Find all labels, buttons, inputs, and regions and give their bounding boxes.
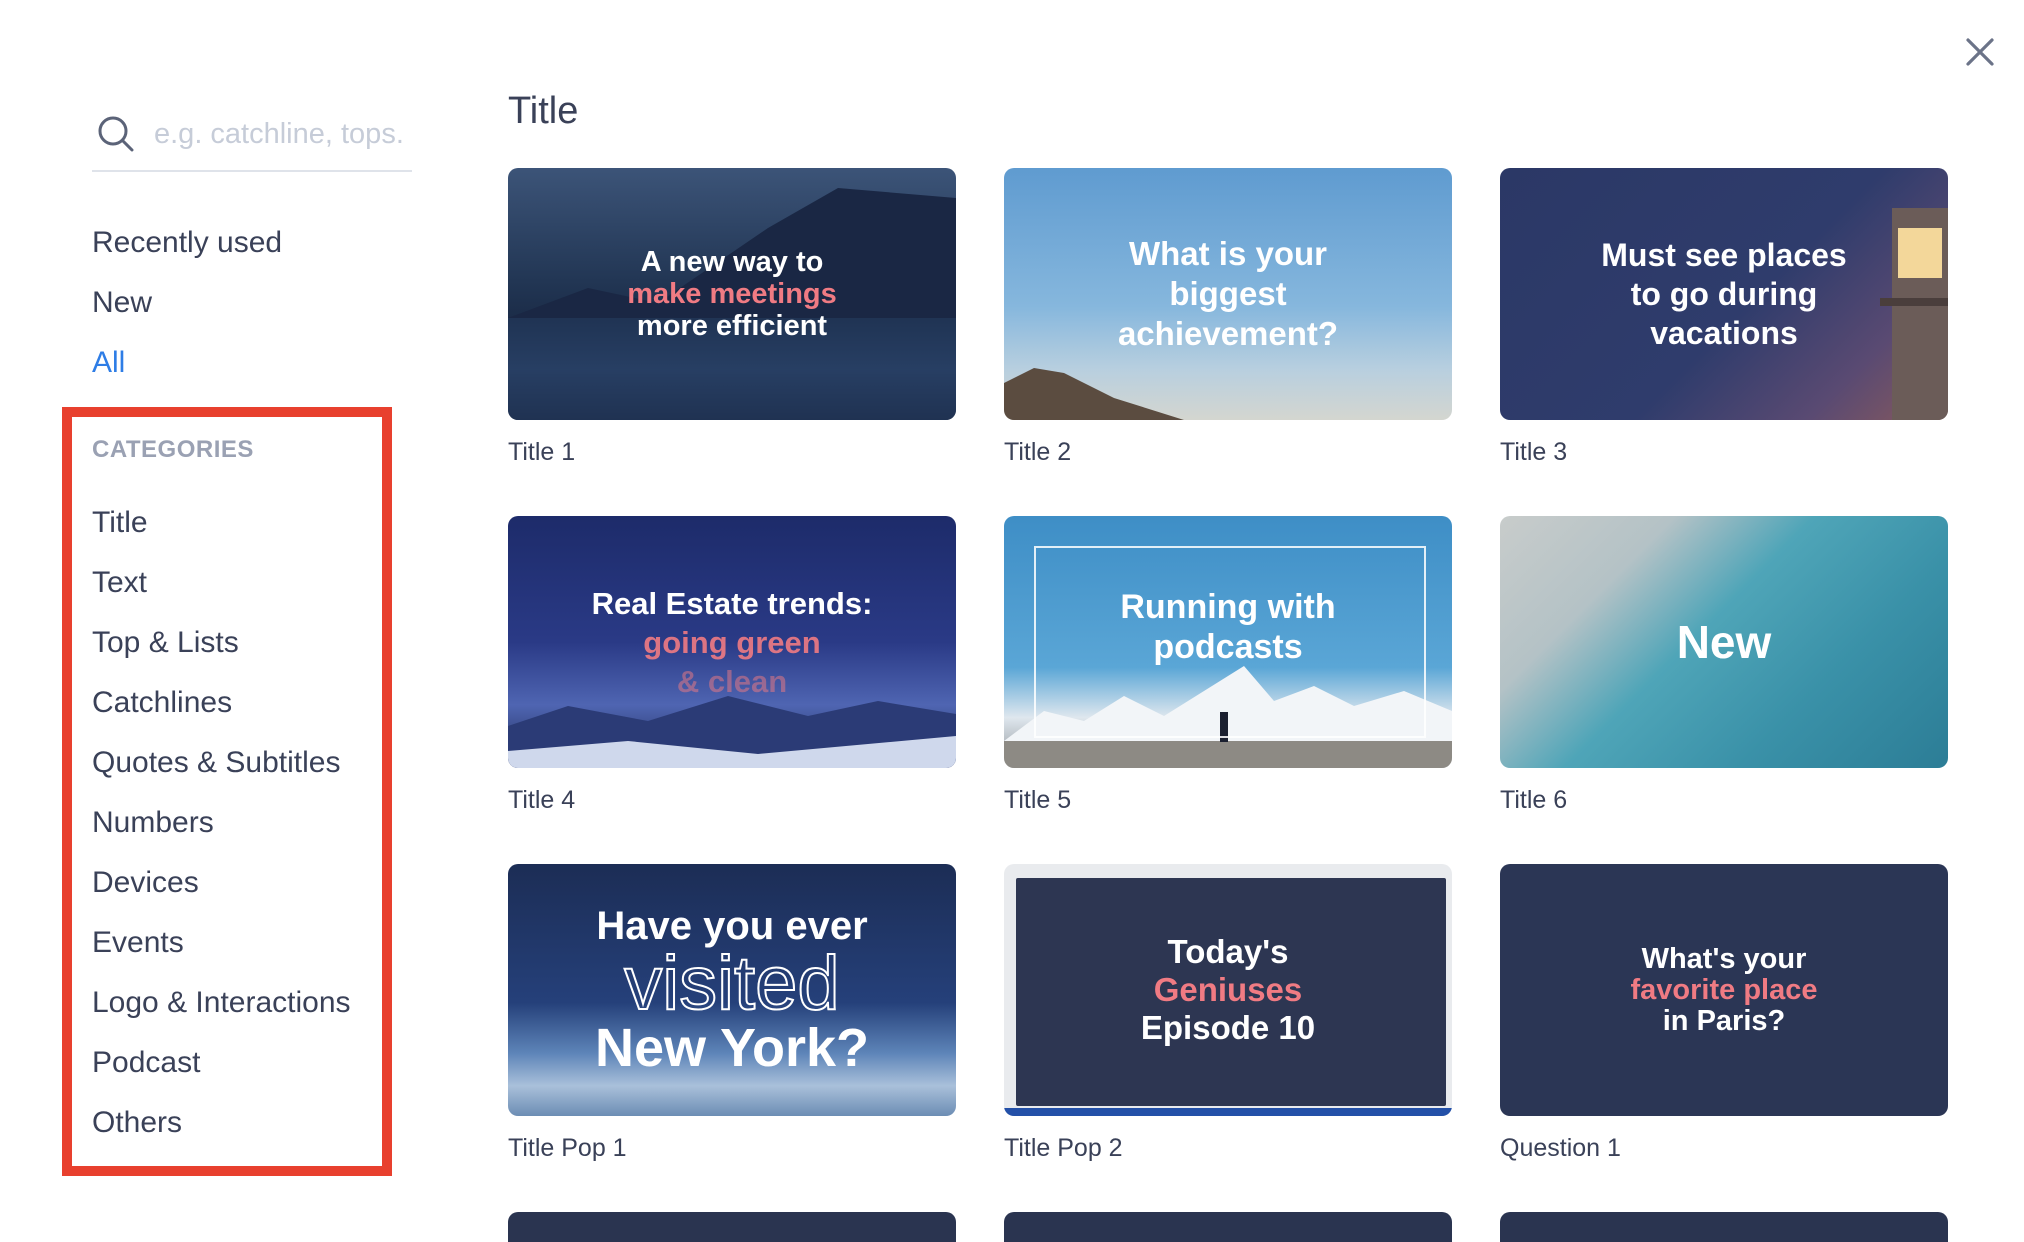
template-label: Question 1 bbox=[1500, 1134, 1621, 1162]
template-label: Title 1 bbox=[508, 438, 576, 466]
search-input[interactable] bbox=[154, 114, 406, 154]
category-others[interactable]: Others bbox=[92, 1103, 182, 1143]
template-card-question-1[interactable]: What's your favorite place in Paris? bbox=[1500, 864, 1948, 1116]
template-text-line: more efficient bbox=[636, 310, 828, 342]
categories-header: CATEGORIES bbox=[92, 436, 254, 463]
category-logo-interactions[interactable]: Logo & Interactions bbox=[92, 983, 351, 1023]
template-card-partial[interactable] bbox=[1500, 1212, 1948, 1242]
template-label: Title 5 bbox=[1004, 786, 1072, 814]
template-text-line: A new way to bbox=[640, 246, 824, 278]
template-text-line: Must see places bbox=[1601, 236, 1847, 273]
template-card-partial[interactable] bbox=[508, 1212, 956, 1242]
sidebar: Recently used New All CATEGORIES Title T… bbox=[0, 0, 460, 1230]
section-title: Title bbox=[508, 90, 579, 132]
category-text[interactable]: Text bbox=[92, 563, 147, 603]
template-text-line: podcasts bbox=[1153, 628, 1303, 666]
category-title[interactable]: Title bbox=[92, 503, 148, 543]
template-card-title-2[interactable]: What is your biggest achievement? bbox=[1004, 168, 1452, 420]
template-label: Title Pop 2 bbox=[1004, 1134, 1123, 1162]
template-text-line: going green bbox=[643, 624, 821, 660]
template-card-title-1[interactable]: A new way to make meetings more efficien… bbox=[508, 168, 956, 420]
template-card-title-pop-2[interactable]: Today's Geniuses Episode 10 bbox=[1004, 864, 1452, 1116]
template-card-title-5[interactable]: Running with podcasts bbox=[1004, 516, 1452, 768]
search-icon bbox=[96, 114, 136, 154]
template-text-line: favorite place bbox=[1630, 973, 1818, 1006]
nav-new[interactable]: New bbox=[92, 283, 152, 323]
category-top-lists[interactable]: Top & Lists bbox=[92, 623, 239, 663]
template-text-line: make meetings bbox=[627, 278, 837, 310]
template-text-line: What's your bbox=[1641, 942, 1807, 975]
template-label: Title 2 bbox=[1004, 438, 1072, 466]
template-text-line: What is your bbox=[1128, 235, 1328, 272]
template-text-line: achievement? bbox=[1117, 315, 1339, 352]
template-text-line: in Paris? bbox=[1662, 1004, 1786, 1037]
template-label: Title 4 bbox=[508, 786, 576, 814]
category-numbers[interactable]: Numbers bbox=[92, 803, 214, 843]
template-label: Title 3 bbox=[1500, 438, 1568, 466]
template-text-line: New York? bbox=[594, 1018, 870, 1078]
template-text-line: biggest bbox=[1169, 275, 1287, 312]
template-label: Title Pop 1 bbox=[508, 1134, 627, 1162]
category-quotes-subtitles[interactable]: Quotes & Subtitles bbox=[92, 743, 340, 783]
template-text-line: to go during bbox=[1630, 275, 1818, 312]
template-card-title-4[interactable]: Real Estate trends: going green & clean bbox=[508, 516, 956, 768]
template-text-line: visited bbox=[623, 941, 840, 1026]
template-text-line: vacations bbox=[1650, 314, 1798, 351]
category-devices[interactable]: Devices bbox=[92, 863, 199, 903]
template-card-title-6[interactable]: New bbox=[1500, 516, 1948, 768]
template-text-line: Today's bbox=[1167, 933, 1289, 970]
nav-recently-used[interactable]: Recently used bbox=[92, 223, 282, 263]
category-events[interactable]: Events bbox=[92, 923, 184, 963]
template-card-title-3[interactable]: Must see places to go during vacations bbox=[1500, 168, 1948, 420]
template-text-line: New bbox=[1676, 616, 1772, 668]
category-podcast[interactable]: Podcast bbox=[92, 1043, 200, 1083]
nav-all[interactable]: All bbox=[92, 343, 125, 383]
template-label: Title 6 bbox=[1500, 786, 1568, 814]
search-bar bbox=[92, 104, 412, 172]
template-card-partial[interactable] bbox=[1004, 1212, 1452, 1242]
close-icon[interactable] bbox=[1962, 34, 1998, 70]
template-text-line: & clean bbox=[676, 663, 788, 699]
category-catchlines[interactable]: Catchlines bbox=[92, 683, 232, 723]
template-text-line: Geniuses bbox=[1153, 971, 1303, 1008]
template-text-line: Episode 10 bbox=[1140, 1009, 1316, 1046]
template-card-title-pop-1[interactable]: Have you ever visited New York? bbox=[508, 864, 956, 1116]
template-text-line: Running with bbox=[1120, 588, 1336, 626]
template-text-line: Real Estate trends: bbox=[591, 585, 873, 621]
